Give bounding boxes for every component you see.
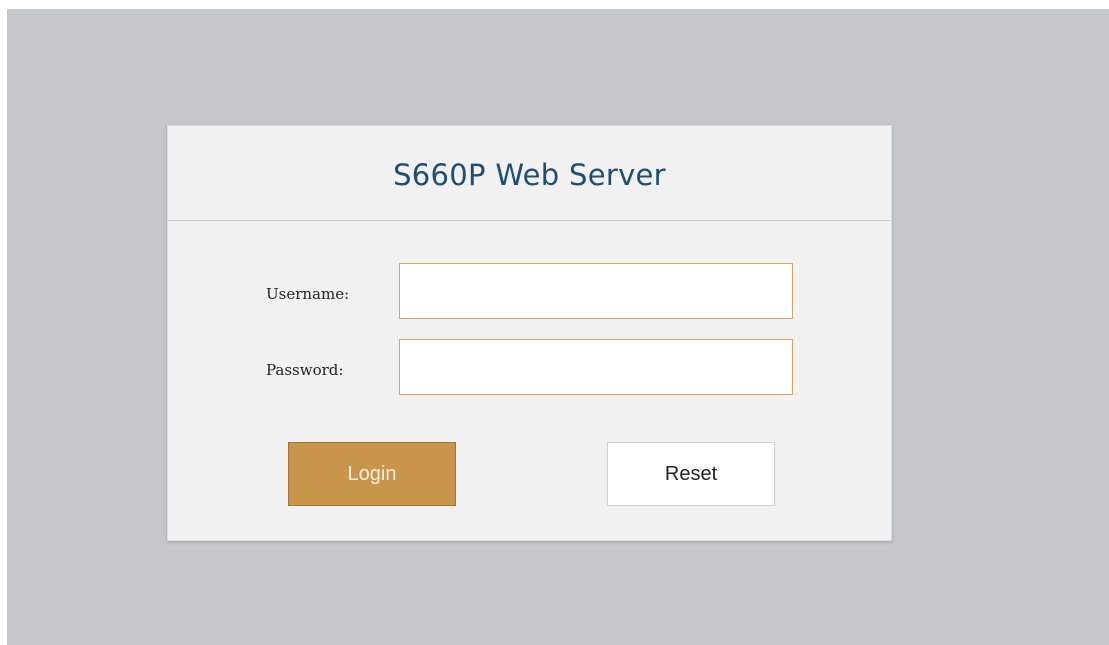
login-button[interactable]: Login [288, 442, 456, 506]
password-input[interactable] [399, 339, 793, 395]
username-label: Username: [266, 285, 350, 303]
login-panel-header: S660P Web Server [168, 126, 891, 221]
login-panel: S660P Web Server Username: Password: Log… [167, 125, 892, 541]
page-title: S660P Web Server [393, 158, 666, 192]
username-input[interactable] [399, 263, 793, 319]
password-label: Password: [266, 361, 344, 379]
reset-button[interactable]: Reset [607, 442, 775, 506]
page-background: S660P Web Server Username: Password: Log… [7, 9, 1109, 645]
